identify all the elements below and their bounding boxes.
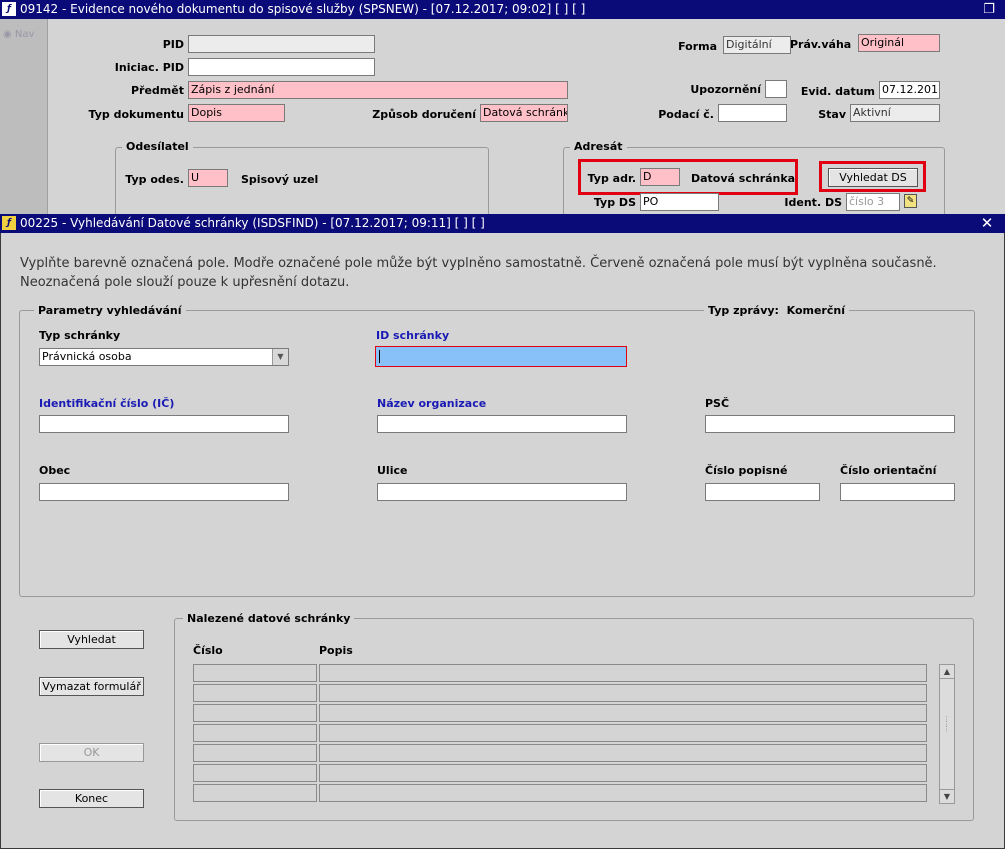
typ-adr-desc: Datová schránka (691, 172, 796, 185)
scroll-grip-icon[interactable]: ⋮ ⋮ ⋮ (943, 716, 951, 747)
upozorneni-label: Upozornění (690, 83, 761, 96)
typ-odes-field[interactable]: U (188, 169, 228, 187)
close-icon[interactable]: ✕ (978, 214, 996, 233)
instruction-line-1: Vyplňte barevně označená pole. Modře ozn… (20, 256, 937, 271)
ident-ds-label: Ident. DS (784, 196, 842, 209)
typ-ds-label: Typ DS (593, 196, 636, 209)
scroll-up-icon[interactable]: ▲ (940, 665, 954, 679)
nav-tab[interactable]: ◉ Nav (3, 29, 34, 40)
predmet-label: Předmět (130, 84, 184, 97)
iniciac-pid-field[interactable] (188, 58, 375, 76)
restore-icon[interactable]: ❐ (980, 0, 998, 19)
typ-odes-desc: Spisový uzel (241, 173, 319, 186)
edit-icon[interactable]: ✎ (904, 194, 917, 208)
upozorneni-checkbox[interactable] (765, 80, 787, 98)
oracle-forms-icon: ƒ (2, 2, 16, 16)
zpusob-doruceni-label: Způsob doručení (372, 108, 476, 121)
adresat-title: Adresát (570, 140, 627, 153)
cislo-orientacni-label: Číslo orientační (840, 464, 937, 477)
ulice-input[interactable] (377, 483, 627, 501)
main-window-titlebar: ƒ 09142 - Evidence nového dokumentu do s… (0, 0, 1005, 19)
col-cislo-header: Číslo (193, 644, 223, 657)
pid-field[interactable] (188, 35, 375, 53)
popis-cell[interactable] (319, 764, 927, 782)
popis-cell[interactable] (319, 784, 927, 802)
id-schranky-label: ID schránky (376, 329, 450, 342)
typ-ds-field[interactable]: PO (640, 193, 719, 211)
scroll-down-icon[interactable]: ▼ (940, 789, 954, 803)
cislo-popisne-label: Číslo popisné (705, 464, 788, 477)
cislo-orientacni-input[interactable] (840, 483, 955, 501)
forma-label: Forma (678, 40, 717, 53)
typ-dokumentu-label: Typ dokumentu (88, 108, 185, 121)
typ-adr-label: Typ adr. (587, 172, 636, 185)
pid-label: PID (162, 38, 184, 51)
typ-schranky-label: Typ schránky (39, 329, 121, 342)
cislo-cell[interactable] (193, 724, 317, 742)
cislo-cell[interactable] (193, 684, 317, 702)
podaci-c-field[interactable] (718, 104, 787, 122)
psc-label: PSČ (705, 397, 730, 410)
ic-label: Identifikační číslo (IČ) (39, 397, 175, 410)
cislo-cell[interactable] (193, 744, 317, 762)
col-popis-header: Popis (319, 644, 353, 657)
navigator-panel: ◉ Nav (0, 19, 48, 219)
obec-label: Obec (39, 464, 71, 477)
params-title: Parametry vyhledávání (34, 304, 186, 317)
cislo-popisne-input[interactable] (705, 483, 820, 501)
vyhledat-button[interactable]: Vyhledat (39, 630, 144, 649)
evid-datum-label: Evid. datum (800, 85, 875, 98)
results-title: Nalezené datové schránky (183, 612, 355, 625)
cislo-cell[interactable] (193, 784, 317, 802)
typ-adr-field[interactable]: D (640, 168, 680, 186)
konec-button[interactable]: Konec (39, 789, 144, 808)
predmet-field[interactable]: Zápis z jednání (188, 81, 568, 99)
cislo-cell[interactable] (193, 764, 317, 782)
main-window-title: 09142 - Evidence nového dokumentu do spi… (20, 2, 586, 16)
obec-input[interactable] (39, 483, 289, 501)
vyhledat-ds-button[interactable]: Vyhledat DS (828, 168, 918, 187)
results-scrollbar[interactable]: ▲ ⋮ ⋮ ⋮ ▼ (939, 664, 955, 804)
typ-dokumentu-field[interactable]: Dopis (188, 104, 285, 122)
nazev-organizace-input[interactable] (377, 415, 627, 433)
stav-field[interactable]: Aktivní (850, 104, 940, 122)
dialog-title: 00225 - Vyhledávání Datové schránky (ISD… (20, 216, 485, 230)
odesilatel-title: Odesílatel (122, 140, 193, 153)
nazev-organizace-label: Název organizace (377, 397, 487, 410)
prav-vaha-field[interactable]: Originál (858, 34, 940, 52)
chevron-down-icon[interactable]: ▼ (272, 349, 288, 365)
cislo-cell[interactable] (193, 704, 317, 722)
typ-odes-label: Typ odes. (125, 173, 184, 186)
popis-cell[interactable] (319, 704, 927, 722)
popis-cell[interactable] (319, 744, 927, 762)
prav-vaha-label: Práv.váha (790, 38, 852, 51)
forma-field[interactable]: Digitální (723, 36, 791, 54)
text-cursor (379, 350, 380, 363)
podaci-c-label: Podací č. (658, 108, 714, 121)
ulice-label: Ulice (377, 464, 408, 477)
popis-cell[interactable] (319, 724, 927, 742)
dialog-titlebar: ƒ 00225 - Vyhledávání Datové schránky (I… (0, 214, 1005, 233)
typ-schranky-select[interactable]: Právnická osoba ▼ (39, 348, 289, 366)
stav-label: Stav (818, 108, 846, 121)
nav-label: Nav (14, 29, 35, 40)
typ-zpravy-value: Komerční (786, 304, 845, 317)
instruction-line-2: Neoznačená pole slouží pouze k upřesnění… (20, 275, 350, 290)
popis-cell[interactable] (319, 684, 927, 702)
cislo-cell[interactable] (193, 664, 317, 682)
id-schranky-input[interactable] (375, 346, 627, 367)
typ-zpravy: Typ zprávy: Komerční (704, 304, 849, 317)
popis-cell[interactable] (319, 664, 927, 682)
ident-ds-field[interactable]: číslo 3 (846, 193, 900, 211)
psc-input[interactable] (705, 415, 955, 433)
typ-schranky-value: Právnická osoba (42, 350, 132, 363)
oracle-forms-icon: ƒ (2, 216, 16, 230)
typ-zpravy-label: Typ zprávy: (708, 304, 779, 317)
evid-datum-field[interactable]: 07.12.2017 (879, 81, 940, 99)
ic-input[interactable] (39, 415, 289, 433)
zpusob-doruceni-field[interactable]: Datová schránka (480, 104, 568, 122)
vymazat-formular-button[interactable]: Vymazat formulář (39, 677, 144, 696)
iniciac-pid-label: Iniciac. PID (114, 61, 184, 74)
ok-button[interactable]: OK (39, 743, 144, 762)
